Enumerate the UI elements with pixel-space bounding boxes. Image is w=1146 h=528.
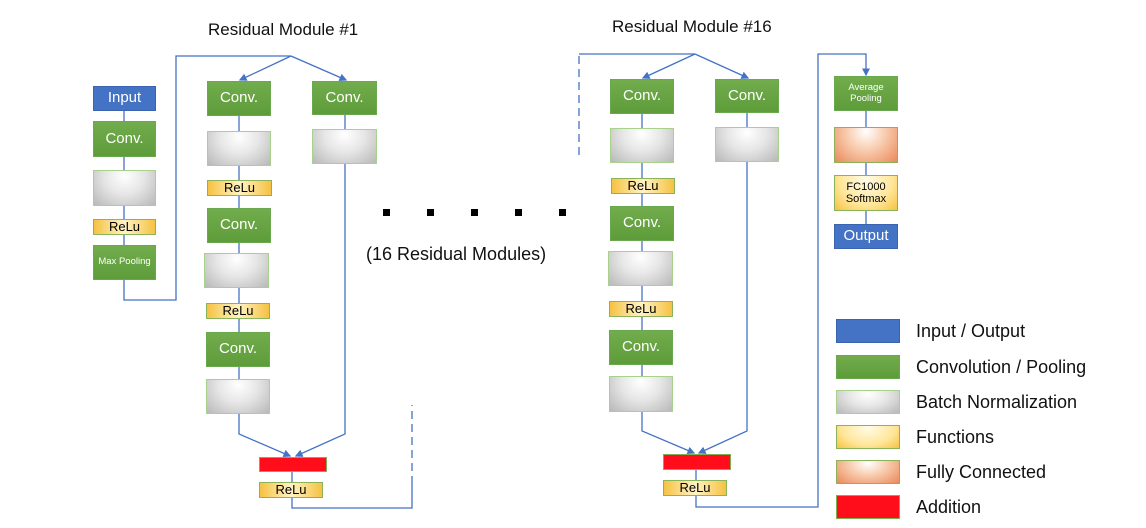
module1-shortcut-conv: Conv. xyxy=(312,81,377,115)
module16-addition-block xyxy=(663,454,731,470)
module16-shortcut-conv: Conv. xyxy=(715,79,779,113)
legend-item-io: Input / Output xyxy=(836,319,1025,343)
legend-swatch-addition xyxy=(836,495,900,519)
module-count-note: (16 Residual Modules) xyxy=(366,244,547,264)
module1-relu-2: ReLu xyxy=(206,303,270,319)
legend-label: Functions xyxy=(916,426,995,447)
legend-swatch-io xyxy=(836,319,900,343)
module16-batchnorm-2 xyxy=(608,251,673,286)
fully-connected-block xyxy=(834,127,898,163)
stem-batchnorm-block xyxy=(93,170,156,206)
stem-relu-block: ReLu xyxy=(93,219,156,235)
legend-swatch-fc xyxy=(836,460,900,484)
module1-conv-3: Conv. xyxy=(206,332,270,367)
module16-conv-2: Conv. xyxy=(610,206,674,241)
module1-conv-1: Conv. xyxy=(207,81,271,116)
legend-label: Fully Connected xyxy=(916,461,1047,482)
legend-label: Input / Output xyxy=(916,320,1026,341)
legend-item-fc: Fully Connected xyxy=(836,460,1046,484)
module1-relu-1: ReLu xyxy=(207,180,272,196)
output-block: Output xyxy=(834,224,898,249)
module16-batchnorm-1 xyxy=(610,128,674,163)
module1-conv-2: Conv. xyxy=(207,208,271,243)
module1-batchnorm-3 xyxy=(206,379,270,414)
legend-item-conv: Convolution / Pooling xyxy=(836,355,1086,379)
module16-relu-2: ReLu xyxy=(609,301,673,317)
stem-conv-block: Conv. xyxy=(93,121,156,157)
legend-label: Convolution / Pooling xyxy=(916,356,1087,377)
module1-shortcut-batchnorm xyxy=(312,129,377,164)
avgpool-block: Average Pooling xyxy=(834,76,898,111)
module1-output-relu: ReLu xyxy=(259,482,323,498)
split-main-arrow xyxy=(238,55,292,81)
ellipsis-dot xyxy=(427,209,434,216)
legend-item-bn: Batch Normalization xyxy=(836,390,1077,414)
module16-conv-3: Conv. xyxy=(609,330,673,365)
ellipsis-dot xyxy=(383,209,390,216)
legend-label: Batch Normalization xyxy=(916,391,1078,412)
legend-swatch-bn xyxy=(836,390,900,414)
input-block: Input xyxy=(93,86,156,111)
legend-swatch-conv xyxy=(836,355,900,379)
ellipsis-dot xyxy=(471,209,478,216)
module16-relu-1: ReLu xyxy=(611,178,675,194)
module16-conv-1: Conv. xyxy=(610,79,674,114)
fc-softmax-block: FC1000 Softmax xyxy=(834,175,898,211)
shortcut-to-add-arrow xyxy=(294,164,346,457)
maxpool-block: Max Pooling xyxy=(93,245,156,280)
module1-title: Residual Module #1 xyxy=(208,20,359,39)
ellipsis-dot xyxy=(515,209,522,216)
split-shortcut-arrow xyxy=(290,55,348,81)
module1-batchnorm-2 xyxy=(204,253,269,288)
module16-shortcut-batchnorm xyxy=(715,127,779,162)
module1-addition-block xyxy=(259,457,327,472)
legend-item-addition: Addition xyxy=(836,495,981,519)
module16-batchnorm-3 xyxy=(609,376,673,412)
legend-item-functions: Functions xyxy=(836,425,994,449)
module16-output-relu: ReLu xyxy=(663,480,727,496)
resnet-diagram: Residual Module #1 Residual Module #16 I… xyxy=(0,0,1146,528)
module16-title: Residual Module #16 xyxy=(612,17,772,36)
ellipsis-dot xyxy=(559,209,566,216)
module1-batchnorm-1 xyxy=(207,131,271,166)
legend-label: Addition xyxy=(916,496,982,517)
main-to-add-arrow xyxy=(238,414,292,458)
legend-swatch-functions xyxy=(836,425,900,449)
